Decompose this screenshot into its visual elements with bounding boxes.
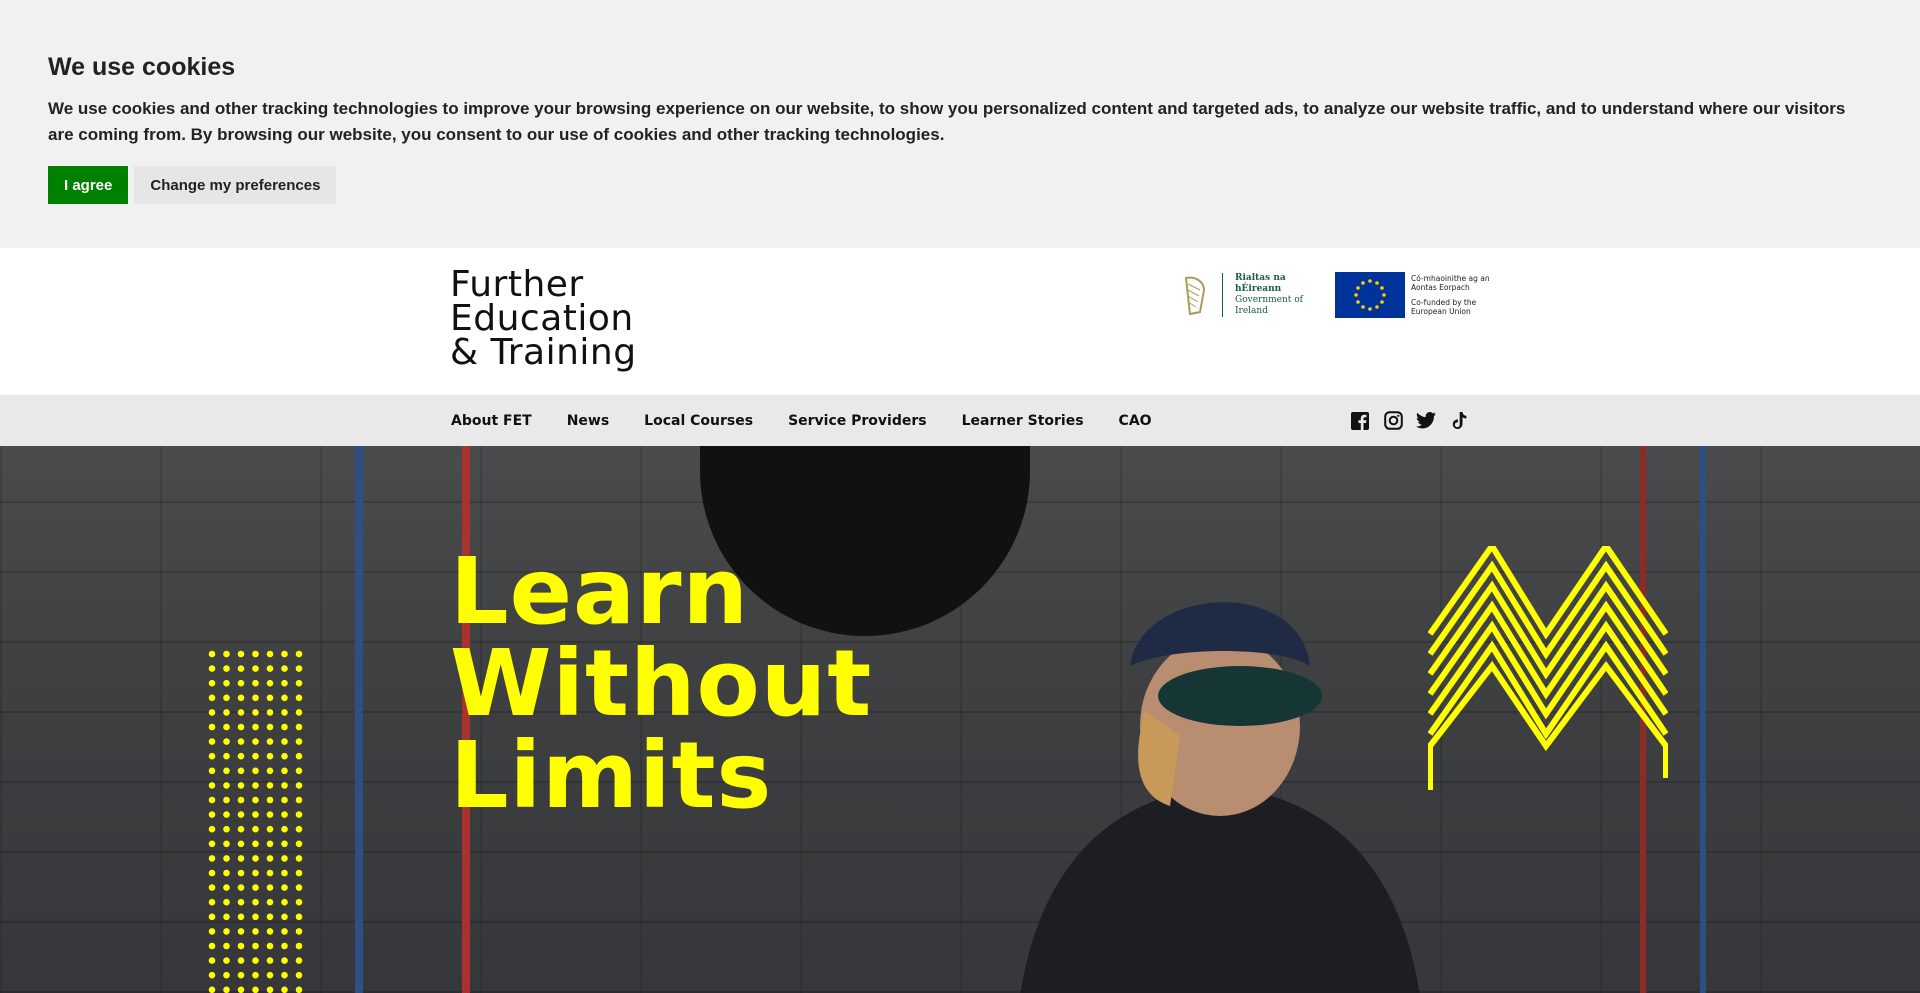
eu-logo-text: Có-mhaoinithe ag an Aontas Eorpach Co-fu… <box>1411 274 1491 316</box>
gov-english: Government of Ireland <box>1235 295 1304 316</box>
eu-english: Co-funded by the European Union <box>1411 298 1477 316</box>
pipe <box>355 446 363 993</box>
gov-irish: Rialtas na hÉireann <box>1235 273 1286 294</box>
instagram-icon[interactable] <box>1383 411 1403 431</box>
site-header: Further Education & Training Rialtas na … <box>0 248 1920 395</box>
hero-title-line: Limits <box>450 722 773 829</box>
nav-item-learner-stories[interactable]: Learner Stories <box>962 413 1084 429</box>
cookie-text: We use cookies and other tracking techno… <box>48 99 1846 144</box>
nav-item-about-fet[interactable]: About FET <box>451 413 532 429</box>
nav-items: About FET News Local Courses Service Pro… <box>451 395 1152 446</box>
twitter-icon[interactable] <box>1416 411 1436 431</box>
dot-pattern-decoration <box>208 650 303 993</box>
zigzag-decoration <box>1428 546 1668 790</box>
change-preferences-button[interactable]: Change my preferences <box>134 166 337 204</box>
divider <box>1222 273 1223 317</box>
social-links <box>1350 395 1469 446</box>
cookie-actions: I agree Change my preferences <box>48 166 1872 204</box>
pipe <box>1700 446 1706 993</box>
nav-item-cao[interactable]: CAO <box>1119 413 1152 429</box>
logo-line: Further <box>450 264 584 305</box>
main-nav: About FET News Local Courses Service Pro… <box>0 395 1920 446</box>
logo-line: Education <box>450 298 634 339</box>
harp-icon <box>1180 273 1210 317</box>
nav-item-news[interactable]: News <box>567 413 609 429</box>
eu-flag-icon <box>1335 272 1405 318</box>
cookie-banner: We use cookies We use cookies and other … <box>0 0 1920 248</box>
government-logo-text: Rialtas na hÉireann Government of Irelan… <box>1235 273 1327 317</box>
welder-figure <box>1020 602 1420 993</box>
hero-banner: Learn Without Limits <box>0 446 1920 993</box>
cookie-title: We use cookies <box>48 53 236 81</box>
logo-line: & Training <box>450 332 637 373</box>
facebook-icon[interactable] <box>1350 411 1370 431</box>
hero-title: Learn Without Limits <box>450 546 872 822</box>
eu-irish: Có-mhaoinithe ag an Aontas Eorpach <box>1411 274 1490 292</box>
tiktok-icon[interactable] <box>1449 411 1469 431</box>
hero-title-line: Learn <box>450 538 749 645</box>
nav-item-service-providers[interactable]: Service Providers <box>788 413 927 429</box>
agree-button[interactable]: I agree <box>48 166 129 204</box>
funding-logos: Rialtas na hÉireann Government of Irelan… <box>1180 272 1491 318</box>
nav-item-local-courses[interactable]: Local Courses <box>644 413 753 429</box>
hero-title-line: Without <box>450 630 873 737</box>
fet-logo[interactable]: Further Education & Training <box>450 264 637 373</box>
